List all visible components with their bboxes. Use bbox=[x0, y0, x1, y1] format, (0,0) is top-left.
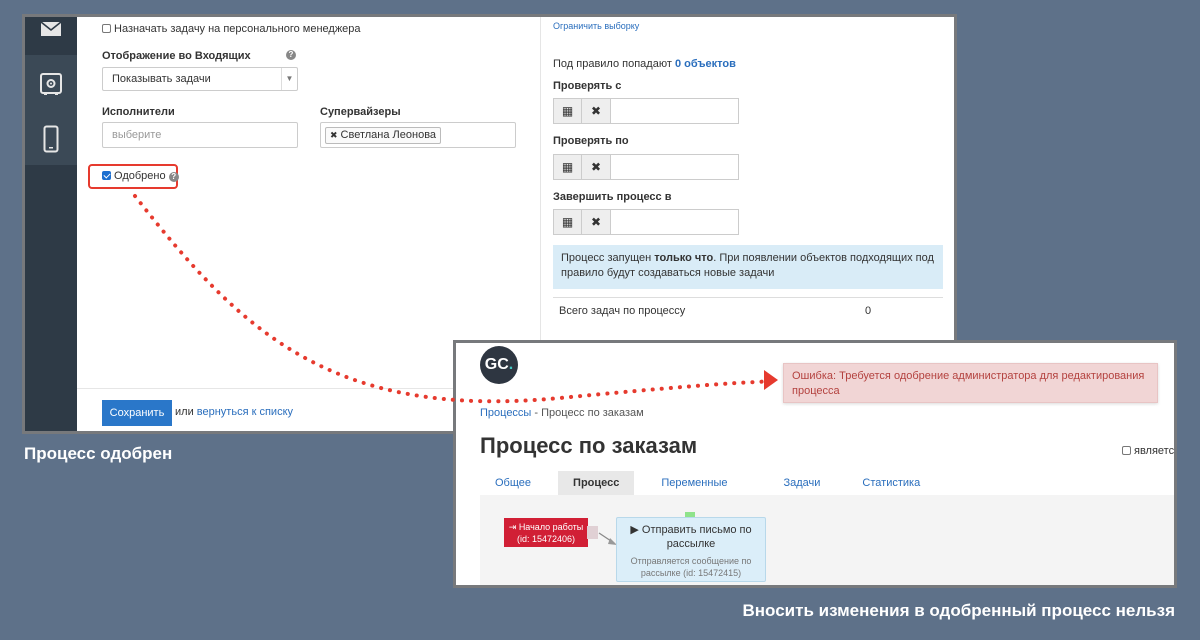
check-from-label: Проверять с bbox=[553, 80, 622, 92]
rule-count-link[interactable]: 0 объектов bbox=[675, 58, 736, 70]
help-icon[interactable]: ? bbox=[168, 172, 179, 182]
logo-dot: . bbox=[508, 356, 514, 373]
sidebar-item-mail[interactable] bbox=[25, 17, 77, 55]
mail-icon bbox=[40, 21, 62, 36]
caption-right: Вносить изменения в одобренный процесс н… bbox=[742, 601, 1175, 620]
check-to-label: Проверять по bbox=[553, 135, 629, 147]
rule-summary: Под правило попадают 0 объектов bbox=[553, 58, 736, 70]
back-to-list: или вернуться к списку bbox=[175, 406, 293, 418]
caption-left: Процесс одобрен bbox=[24, 444, 173, 463]
supervisors-label: Супервайзеры bbox=[320, 106, 401, 118]
clear-icon[interactable]: ✖ bbox=[582, 98, 611, 124]
supervisors-input[interactable]: ✖ Светлана Леонова bbox=[320, 122, 516, 148]
total-tasks-value: 0 bbox=[865, 305, 872, 317]
breadcrumb-processes-link[interactable]: Процессы bbox=[480, 407, 531, 419]
calendar-icon[interactable]: ▦ bbox=[553, 98, 582, 124]
info-prefix: Процесс запущен bbox=[561, 252, 655, 264]
start-node-label-row: ⇥ Начало работы bbox=[504, 521, 588, 533]
total-tasks-row: Всего задач по процессу 0 bbox=[553, 297, 943, 321]
limit-selection-link[interactable]: Ограничить выборку bbox=[553, 21, 639, 31]
breadcrumb: Процессы - Процесс по заказам bbox=[480, 407, 644, 419]
or-text: или bbox=[175, 406, 194, 418]
send-node-title: Отправить письмо по рассылке bbox=[641, 524, 752, 550]
send-node-title-row: ▶ Отправить письмо по рассылке bbox=[617, 518, 765, 551]
info-bold: только что bbox=[654, 252, 714, 264]
executors-input[interactable]: выберите bbox=[102, 122, 298, 148]
save-button[interactable]: Сохранить bbox=[102, 400, 172, 426]
inbox-display-label: Отображение во Входящих bbox=[102, 50, 251, 62]
inbox-display-label-text: Отображение во Входящих bbox=[102, 50, 251, 62]
help-icon[interactable]: ? bbox=[286, 50, 296, 60]
start-node-port[interactable] bbox=[587, 526, 598, 539]
tab-process[interactable]: Процесс bbox=[558, 471, 635, 495]
breadcrumb-current: Процесс по заказам bbox=[541, 407, 644, 419]
assign-manager-option[interactable]: Назначать задачу на персонального менедж… bbox=[102, 23, 361, 35]
is-checkbox[interactable] bbox=[1122, 446, 1131, 455]
safe-gear-icon bbox=[40, 73, 62, 95]
calendar-icon[interactable]: ▦ bbox=[553, 154, 582, 180]
finish-input[interactable] bbox=[611, 209, 739, 235]
tab-variables[interactable]: Переменные bbox=[646, 471, 742, 495]
start-node-label: Начало работы bbox=[518, 522, 584, 532]
check-to-datepicker: ▦ ✖ bbox=[553, 154, 739, 180]
send-email-node[interactable]: ▶ Отправить письмо по рассылке Отправляе… bbox=[616, 517, 766, 582]
inbox-display-select[interactable]: Показывать задачи ▼ bbox=[102, 67, 298, 91]
logo-text: GC bbox=[484, 356, 509, 373]
process-editor-screenshot: GC. Ошибка: Требуется одобрение админист… bbox=[453, 340, 1177, 588]
approved-label: Одобрено bbox=[114, 170, 166, 182]
play-icon: ▶ bbox=[630, 524, 639, 536]
supervisor-tag[interactable]: ✖ Светлана Леонова bbox=[325, 127, 442, 144]
app-sidebar bbox=[25, 17, 77, 431]
approved-option[interactable]: Одобрено ? bbox=[102, 170, 179, 182]
inbox-display-value: Показывать задачи bbox=[112, 73, 211, 85]
clear-icon[interactable]: ✖ bbox=[582, 209, 611, 235]
remove-tag-icon[interactable]: ✖ bbox=[330, 130, 338, 140]
supervisor-tag-label: Светлана Леонова bbox=[340, 129, 437, 141]
tab-general[interactable]: Общее bbox=[480, 471, 546, 495]
clear-icon[interactable]: ✖ bbox=[582, 154, 611, 180]
error-alert: Ошибка: Требуется одобрение администрато… bbox=[783, 363, 1158, 403]
finish-datepicker: ▦ ✖ bbox=[553, 209, 739, 235]
back-to-list-link[interactable]: вернуться к списку bbox=[197, 406, 293, 418]
approved-checkbox[interactable] bbox=[102, 171, 111, 180]
logo[interactable]: GC. bbox=[480, 346, 518, 384]
send-node-subtitle: Отправляется сообщение по рассылке (id: … bbox=[630, 556, 752, 578]
finish-label: Завершить процесс в bbox=[553, 191, 672, 203]
chevron-down-icon: ▼ bbox=[281, 68, 297, 90]
phone-icon bbox=[43, 125, 59, 153]
executors-placeholder: выберите bbox=[112, 129, 162, 141]
sidebar-item-settings[interactable] bbox=[25, 55, 77, 113]
breadcrumb-separator: - bbox=[531, 407, 542, 419]
tab-tasks[interactable]: Задачи bbox=[768, 471, 835, 495]
calendar-icon[interactable]: ▦ bbox=[553, 209, 582, 235]
page-title: Процесс по заказам bbox=[480, 433, 698, 458]
sign-in-icon: ⇥ bbox=[508, 522, 517, 532]
check-from-datepicker: ▦ ✖ bbox=[553, 98, 739, 124]
total-tasks-label: Всего задач по процессу bbox=[559, 305, 686, 317]
assign-manager-label: Назначать задачу на персонального менедж… bbox=[114, 23, 361, 35]
is-option[interactable]: является bbox=[1122, 445, 1177, 457]
process-info-box: Процесс запущен только что. При появлени… bbox=[553, 245, 943, 289]
sidebar-item-mobile[interactable] bbox=[25, 113, 77, 165]
check-to-input[interactable] bbox=[611, 154, 739, 180]
start-node-id: (id: 15472406) bbox=[516, 534, 576, 544]
check-from-input[interactable] bbox=[611, 98, 739, 124]
rule-text: Под правило попадают bbox=[553, 58, 672, 70]
tab-statistics[interactable]: Статистика bbox=[847, 471, 935, 495]
assign-manager-checkbox[interactable] bbox=[102, 24, 111, 33]
executors-label: Исполнители bbox=[102, 106, 175, 118]
start-node[interactable]: ⇥ Начало работы (id: 15472406) bbox=[504, 518, 588, 547]
tabs: Общее Процесс Переменные Задачи Статисти… bbox=[480, 471, 947, 495]
is-checkbox-label: является bbox=[1134, 445, 1177, 457]
process-canvas[interactable]: ⇥ Начало работы (id: 15472406) ▶ Отправи… bbox=[480, 495, 1174, 585]
